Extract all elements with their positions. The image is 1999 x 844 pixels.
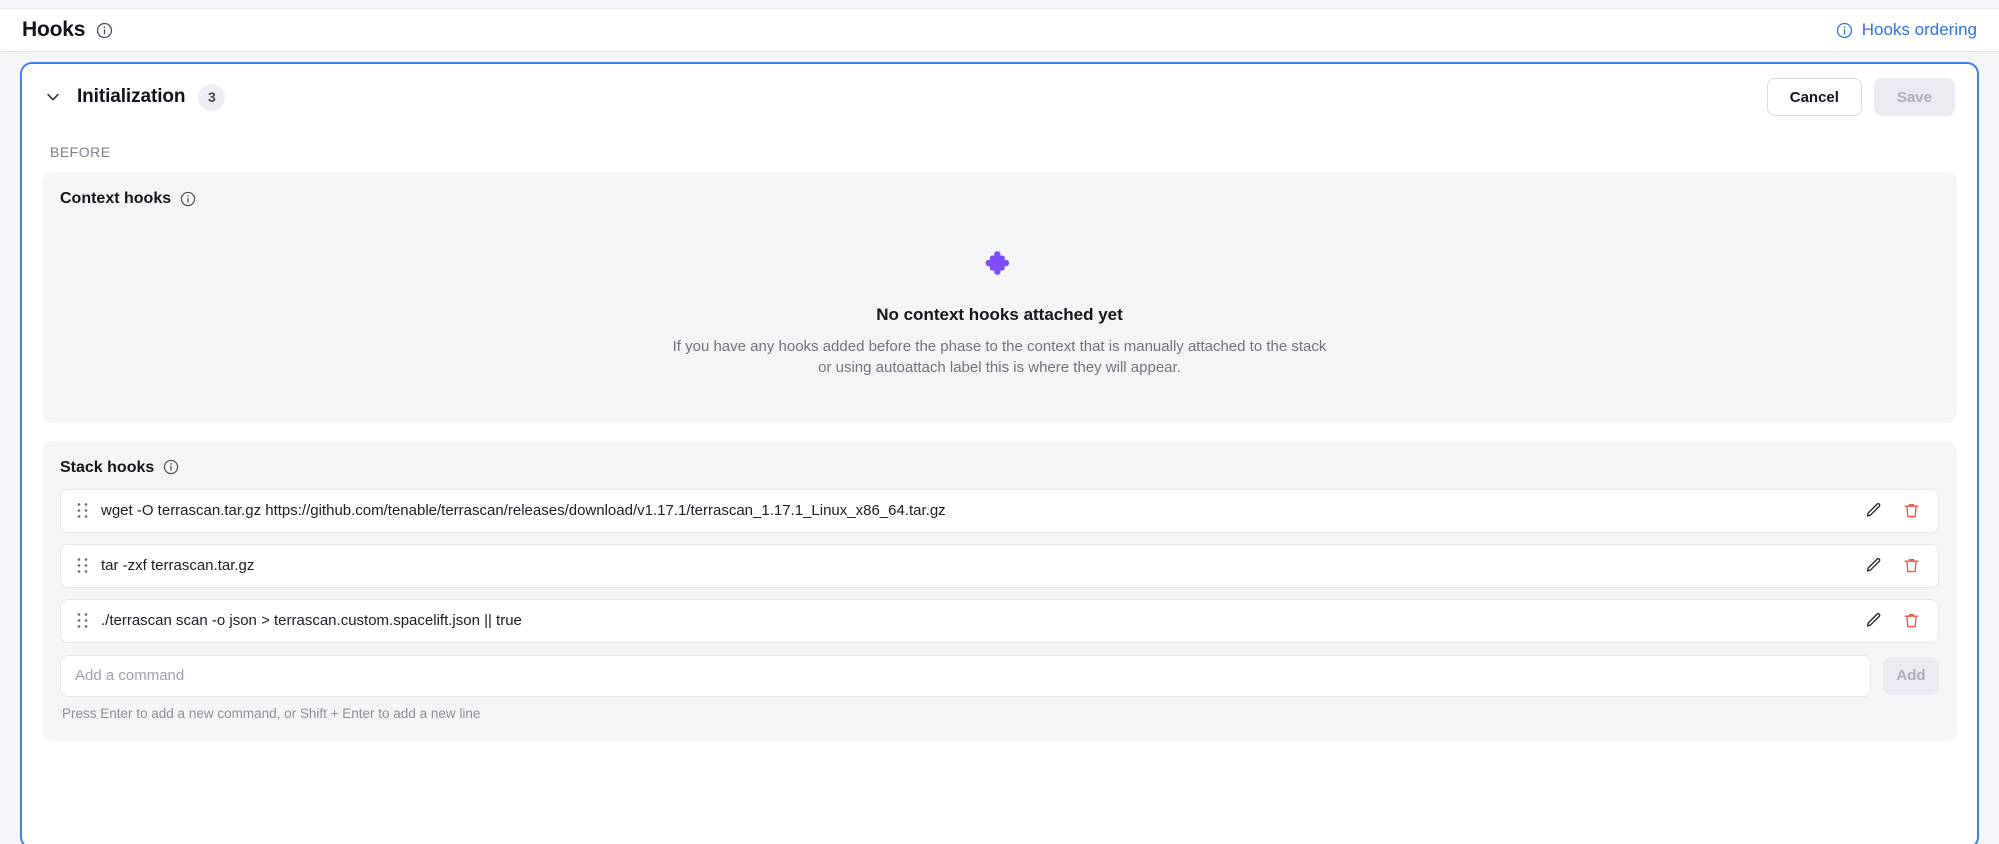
command-text: ./terrascan scan -o json > terrascan.cus… — [101, 612, 522, 630]
panel-header: Initialization 3 Cancel Save — [22, 64, 1977, 130]
add-command-helper-text: Press Enter to add a new command, or Shi… — [62, 705, 481, 721]
page-title: Hooks — [22, 18, 86, 41]
context-hooks-title: Context hooks — [60, 190, 172, 207]
context-hooks-empty-description-line2: or using autoattach label this is where … — [818, 359, 1181, 377]
panel-body: BEFORE Context hooks No context hooks at… — [22, 130, 1977, 777]
drag-handle-icon[interactable] — [75, 612, 89, 630]
section-title: Initialization — [77, 86, 186, 107]
context-hooks-empty-description-line1: If you have any hooks added before the p… — [672, 338, 1327, 355]
chevron-down-icon[interactable] — [42, 86, 64, 108]
hooks-info-icon[interactable] — [96, 22, 113, 39]
panel-header-left: Initialization 3 — [42, 83, 226, 111]
stack-hooks-group: Stack hooks wget -O terrascan.tar.gz htt… — [42, 440, 1957, 741]
trash-icon[interactable] — [1900, 610, 1922, 632]
page-header: Hooks Hooks ordering — [0, 8, 1999, 52]
pencil-icon[interactable] — [1862, 555, 1884, 577]
hooks-ordering-info-icon — [1836, 22, 1853, 39]
stack-hooks-title: Stack hooks — [60, 458, 155, 476]
command-actions — [1862, 500, 1926, 522]
phase-label-before: BEFORE — [50, 144, 111, 160]
context-hooks-info-icon[interactable] — [180, 191, 197, 208]
pencil-icon[interactable] — [1862, 500, 1884, 522]
stack-hooks-info-icon[interactable] — [163, 459, 180, 476]
save-button[interactable]: Save — [1873, 78, 1955, 116]
context-hooks-title-row: Context hooks — [60, 190, 1939, 208]
stack-hooks-title-row: Stack hooks — [60, 459, 1939, 477]
initialization-panel: Initialization 3 Cancel Save BEFORE Cont… — [20, 62, 1979, 844]
drag-handle-icon[interactable] — [75, 502, 89, 520]
context-hooks-empty-title: No context hooks attached yet — [876, 305, 1123, 324]
command-actions — [1862, 555, 1926, 577]
panel-header-actions: Cancel Save — [1766, 78, 1955, 116]
context-hooks-group: Context hooks No context hooks attached … — [42, 172, 1957, 423]
context-hooks-empty-state: No context hooks attached yet If you hav… — [60, 214, 1939, 403]
hooks-count-badge: 3 — [198, 83, 226, 111]
hooks-ordering-label: Hooks ordering — [1861, 20, 1977, 39]
context-hooks-empty-description: If you have any hooks added before the p… — [673, 336, 1327, 379]
table-row: tar -zxf terrascan.tar.gz — [60, 543, 1939, 588]
trash-icon[interactable] — [1900, 555, 1922, 577]
puzzle-piece-icon — [983, 248, 1017, 287]
command-text: tar -zxf terrascan.tar.gz — [101, 557, 255, 575]
add-command-row: Add — [60, 654, 1939, 697]
pencil-icon[interactable] — [1862, 610, 1884, 632]
table-row: ./terrascan scan -o json > terrascan.cus… — [60, 598, 1939, 643]
stack-hooks-command-list: wget -O terrascan.tar.gz https://github.… — [60, 488, 1939, 643]
table-row: wget -O terrascan.tar.gz https://github.… — [60, 488, 1939, 533]
add-command-input[interactable] — [60, 654, 1871, 697]
command-text: wget -O terrascan.tar.gz https://github.… — [101, 502, 946, 520]
add-command-button[interactable]: Add — [1883, 656, 1939, 695]
cancel-button[interactable]: Cancel — [1766, 78, 1862, 116]
hooks-ordering-link[interactable]: Hooks ordering — [1836, 20, 1977, 40]
command-actions — [1862, 610, 1926, 632]
page-header-left: Hooks — [22, 18, 113, 42]
drag-handle-icon[interactable] — [75, 557, 89, 575]
hooks-page: Hooks Hooks ordering Initialization 3 Ca… — [0, 0, 1999, 844]
trash-icon[interactable] — [1900, 500, 1922, 522]
